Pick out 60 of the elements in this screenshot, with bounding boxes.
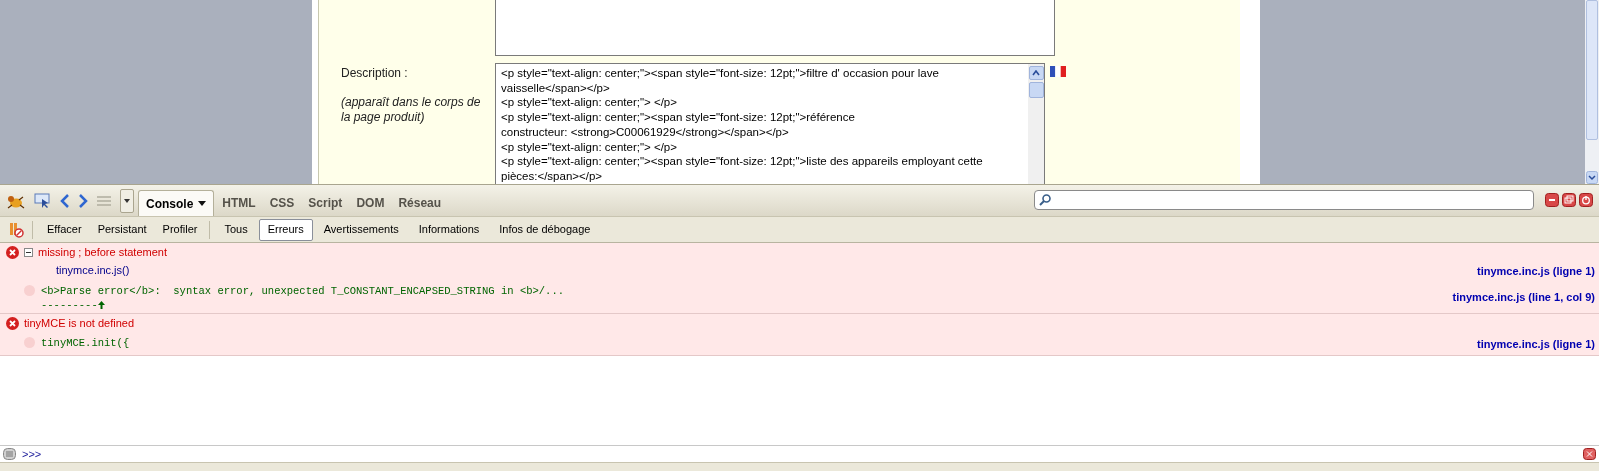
back-icon[interactable] <box>60 194 70 208</box>
filter-tab[interactable]: Infos de débogage <box>490 218 600 241</box>
panel-tab[interactable]: Console <box>138 190 215 216</box>
code-line: <p style="text-align: center;"> </p> <box>501 95 678 111</box>
filter-tab[interactable]: Tous <box>215 218 257 241</box>
source-link[interactable]: tinymce.inc.js (ligne 1) <box>1477 263 1595 280</box>
filter-tab[interactable]: Erreurs <box>258 218 313 241</box>
toolbar-button[interactable]: Persistant <box>89 218 155 241</box>
collapse-toggle[interactable] <box>24 248 33 257</box>
field-label: Description : <box>341 65 409 82</box>
panel-tab[interactable]: CSS <box>263 190 301 216</box>
code-line: constructeur: <strong>C00061929</strong></span></p> <box>501 124 790 140</box>
code-line: <p style="text-align: center;"><span style="font-size: 12pt;">filtre d' occasion pour lave <box>501 66 940 81</box>
source-link[interactable]: tinymce.inc.js (ligne 1) <box>1477 335 1595 353</box>
command-editor-icon[interactable] <box>3 448 16 460</box>
close-icon[interactable] <box>1583 448 1596 460</box>
forward-icon[interactable] <box>78 194 88 208</box>
filter-tab[interactable]: Avertissements <box>314 218 408 241</box>
inspect-icon[interactable] <box>34 193 52 209</box>
arrow-icon <box>97 300 105 309</box>
code-line: vaisselle</span></p> <box>501 80 611 96</box>
toolbar-button[interactable]: Profiler <box>154 218 206 241</box>
code-snippet: tinyMCE.init({ <box>41 335 130 351</box>
code-line: pièces:</span></p> <box>501 168 604 184</box>
page-scrollbar[interactable] <box>1585 0 1599 184</box>
caret-icon[interactable] <box>124 199 130 203</box>
scroll-down-icon[interactable] <box>1586 171 1598 184</box>
menu-button[interactable] <box>120 189 134 213</box>
error-icon <box>6 316 19 330</box>
detach-icon[interactable] <box>1562 193 1576 207</box>
error-message: tinyMCE is not defined <box>24 316 135 331</box>
source-link[interactable]: tinymce.inc.js (line 1, col 9) <box>1452 288 1595 306</box>
stack-frame[interactable]: tinymce.inc.js() <box>56 262 130 279</box>
text-area[interactable] <box>495 0 1055 56</box>
minimize-icon[interactable] <box>1545 193 1559 207</box>
command-prompt: >>> <box>22 446 42 462</box>
panel-tab[interactable]: Script <box>302 190 349 216</box>
search-icon <box>1039 194 1051 206</box>
error-message: missing ; before statement <box>38 245 167 261</box>
code-line: <p style="text-align: center;"><span style="font-size: 12pt;">référence <box>501 110 856 125</box>
field-note: (apparaît dans le corps de la page produit) <box>341 95 482 125</box>
panel-tab[interactable]: HTML <box>216 190 262 216</box>
description-editor[interactable] <box>495 63 1045 184</box>
code-snippet: <b>Parse error</b>: syntax error, unexpected T_CONSTANT_ENCAPSED_STRING in <b>/... <box>41 284 564 299</box>
caret-icon[interactable] <box>198 201 207 206</box>
bug-icon[interactable] <box>6 193 26 209</box>
close-icon[interactable] <box>1579 193 1593 207</box>
search-field[interactable] <box>1034 190 1534 210</box>
error-pointer: --------- <box>41 299 98 310</box>
filter-tab[interactable]: Informations <box>409 218 489 241</box>
scroll-thumb[interactable] <box>1028 82 1044 98</box>
panel-tab[interactable]: Réseau <box>392 190 448 216</box>
scroll-up-icon[interactable] <box>1028 66 1044 80</box>
panel-tab[interactable]: DOM <box>350 190 391 216</box>
error-icon <box>6 246 19 259</box>
flag-icon[interactable] <box>1050 66 1066 77</box>
code-line: <p style="text-align: center;"><span style="font-size: 12pt;">liste des appareils employant cette <box>501 154 984 169</box>
toolbar-button[interactable]: Effacer <box>39 218 90 241</box>
scrollbar[interactable] <box>1028 64 1044 184</box>
code-line: <p style="text-align: center;"> </p> <box>501 139 678 155</box>
